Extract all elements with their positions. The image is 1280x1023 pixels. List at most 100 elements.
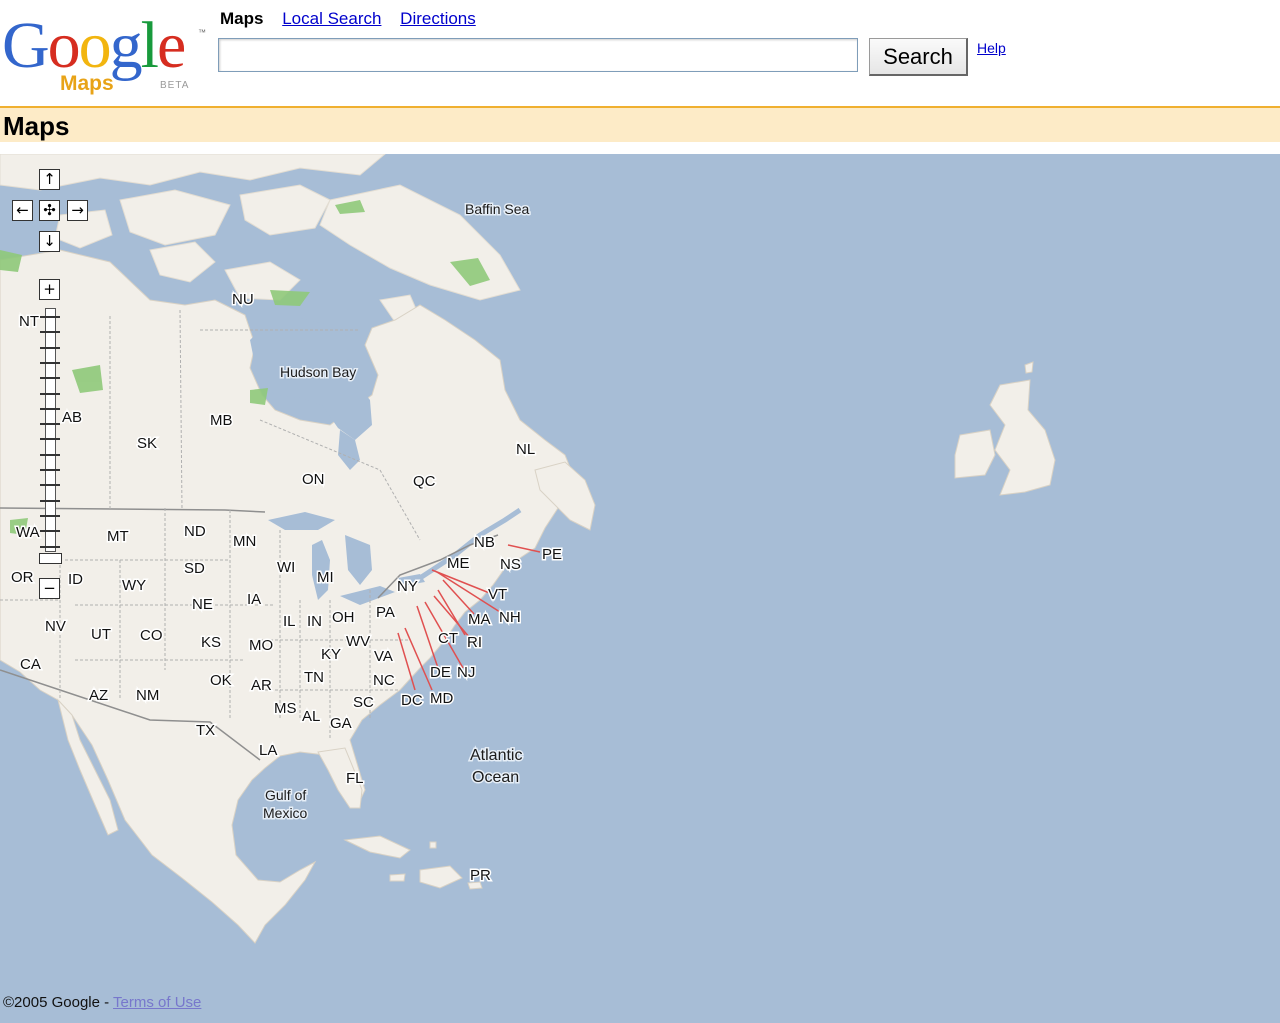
label-ME: ME (447, 555, 470, 572)
label-NE: NE (192, 596, 213, 613)
label-NL: NL (516, 441, 535, 458)
google-maps-logo[interactable]: Google ™ Maps BETA (2, 6, 212, 98)
logo-letter: G (2, 9, 50, 82)
label-SD: SD (184, 560, 205, 577)
logo-letter: g (109, 9, 143, 82)
zoom-tick (40, 514, 60, 517)
search-mode-tabs: Maps Local Search Directions (220, 9, 490, 29)
pan-up-button[interactable]: ↑ (39, 169, 60, 190)
zoom-tick (40, 377, 60, 380)
logo-letter: e (157, 9, 186, 82)
label-DC: DC (401, 692, 423, 709)
search-button[interactable]: Search (869, 38, 968, 76)
label-NY: NY (397, 578, 418, 595)
zoom-tick (40, 453, 60, 456)
label-AB: AB (62, 409, 82, 426)
label-MT: MT (107, 528, 129, 545)
zoom-tick (40, 530, 60, 533)
zoom-tick (40, 499, 60, 502)
pan-down-button[interactable]: ↓ (39, 231, 60, 252)
zoom-tick (40, 361, 60, 364)
pan-left-button[interactable]: ← (12, 200, 33, 221)
zoom-in-button[interactable]: + (39, 279, 60, 300)
label-IL: IL (283, 613, 296, 630)
label-AR: AR (251, 677, 272, 694)
tab-maps: Maps (220, 9, 264, 28)
copyright-text: ©2005 Google - (3, 994, 114, 1011)
label-mexico: Mexico (263, 805, 308, 821)
label-WV: WV (346, 633, 370, 650)
label-PR: PR (470, 867, 491, 884)
label-CA: CA (20, 656, 41, 673)
label-ID: ID (68, 571, 83, 588)
zoom-slider-handle[interactable] (39, 553, 62, 564)
logo-beta-tag: BETA (160, 80, 190, 91)
label-MD: MD (430, 690, 453, 707)
zoom-tick (40, 346, 60, 349)
label-NU: NU (232, 291, 254, 308)
label-PE: PE (542, 546, 562, 563)
pan-right-button[interactable]: → (67, 200, 88, 221)
tab-local-search[interactable]: Local Search (282, 9, 381, 28)
label-WA: WA (16, 524, 40, 541)
label-NJ: NJ (457, 664, 475, 681)
label-AL: AL (302, 708, 320, 725)
label-UT: UT (91, 626, 111, 643)
zoom-tick (40, 331, 60, 334)
label-atlantic: Atlantic (470, 747, 522, 764)
label-NB: NB (474, 534, 495, 551)
label-CT: CT (438, 630, 458, 647)
terms-of-use-link[interactable]: Terms of Use (113, 994, 201, 1011)
page-title: Maps (3, 111, 70, 141)
label-MO: MO (249, 637, 273, 654)
label-gulf-of: Gulf of (265, 787, 306, 803)
label-OK: OK (210, 672, 232, 689)
label-NM: NM (136, 687, 159, 704)
label-SC: SC (353, 694, 374, 711)
label-NS: NS (500, 556, 521, 573)
logo-product-name: Maps (60, 72, 114, 95)
label-MA: MA (468, 611, 491, 628)
zoom-out-button[interactable]: − (39, 578, 60, 599)
label-WI: WI (277, 559, 295, 576)
search-input[interactable] (218, 38, 858, 72)
label-IN: IN (307, 613, 322, 630)
label-NC: NC (373, 672, 395, 689)
spacer (0, 142, 1280, 154)
label-KS: KS (201, 634, 221, 651)
label-ND: ND (184, 523, 206, 540)
label-PA: PA (376, 604, 395, 621)
label-ocean: Ocean (472, 769, 519, 786)
label-VA: VA (374, 648, 393, 665)
trademark-mark: ™ (198, 28, 206, 37)
label-NT: NT (19, 313, 39, 330)
zoom-tick (40, 316, 60, 318)
label-RI: RI (467, 634, 482, 651)
label-AZ: AZ (89, 687, 108, 704)
map-copyright: ©2005 Google - Terms of Use (3, 994, 201, 1011)
label-DE: DE (430, 664, 451, 681)
label-QC: QC (413, 473, 436, 490)
map-drawing: Baffin Sea Hudson Bay Atlantic Ocean Gul… (0, 154, 1280, 1023)
zoom-tick (40, 484, 60, 487)
label-NH: NH (499, 609, 521, 626)
label-MS: MS (274, 700, 297, 717)
label-WY: WY (122, 577, 146, 594)
label-TN: TN (304, 669, 324, 686)
zoom-tick (40, 469, 60, 471)
label-LA: LA (259, 742, 277, 759)
zoom-tick (40, 392, 60, 395)
label-KY: KY (321, 646, 341, 663)
label-MI: MI (317, 569, 334, 586)
tab-directions[interactable]: Directions (400, 9, 476, 28)
pan-center-button[interactable]: ✣ (39, 200, 60, 221)
label-OH: OH (332, 609, 355, 626)
label-SK: SK (137, 435, 157, 452)
page-title-bar: Maps (0, 106, 1280, 142)
zoom-tick (40, 423, 60, 426)
zoom-tick (40, 407, 60, 410)
help-link[interactable]: Help (977, 40, 1006, 56)
label-CO: CO (140, 627, 163, 644)
map-canvas[interactable]: Baffin Sea Hudson Bay Atlantic Ocean Gul… (0, 154, 1280, 1023)
logo-letter: l (140, 9, 159, 82)
